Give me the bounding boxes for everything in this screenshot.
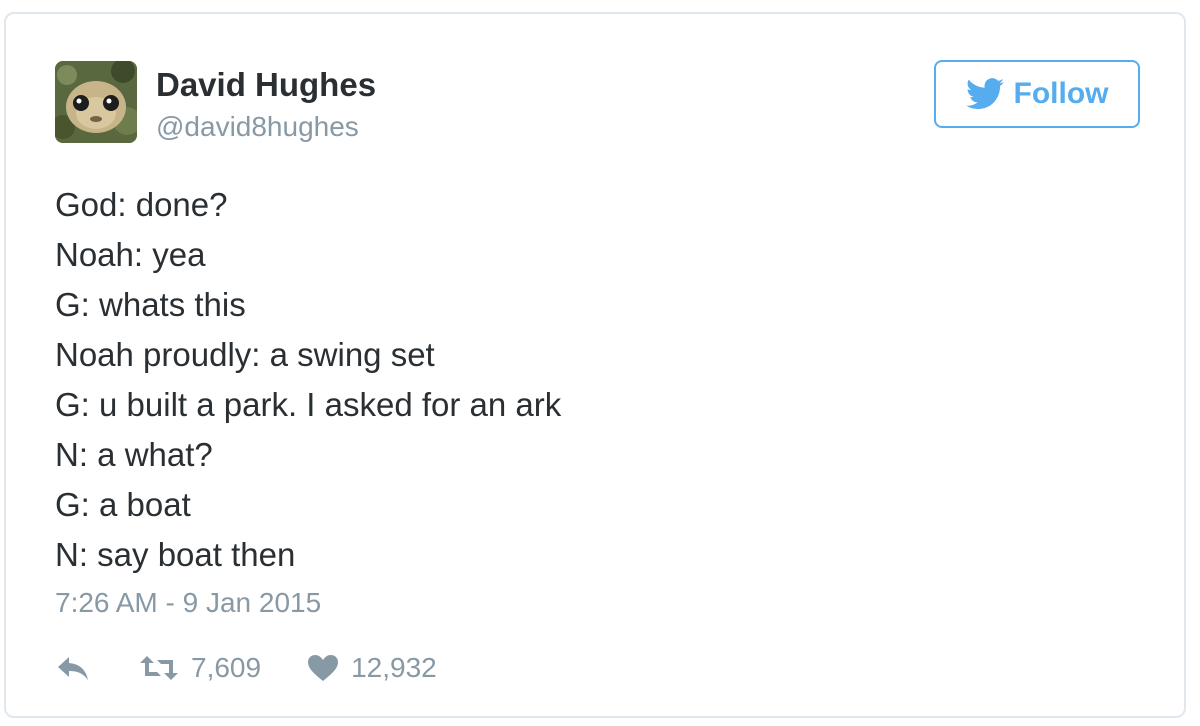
tweet-line: N: a what?: [55, 436, 213, 473]
retweet-icon: [140, 656, 178, 680]
retweet-count: 7,609: [191, 652, 262, 683]
reply-button[interactable]: [55, 654, 91, 682]
tweet-timestamp[interactable]: 7:26 AM - 9 Jan 2015: [55, 586, 321, 620]
reply-icon: [58, 657, 88, 680]
tweet-line: God: done?: [55, 186, 228, 223]
tweet-actions: 7,609 12,932: [55, 648, 437, 688]
avatar[interactable]: [55, 61, 137, 143]
follow-button-label: Follow: [1013, 77, 1109, 110]
like-button[interactable]: 12,932: [307, 652, 437, 684]
user-handle[interactable]: @david8hughes: [156, 110, 359, 144]
heart-icon: [308, 655, 339, 681]
tweet-line: Noah proudly: a swing set: [55, 336, 435, 373]
display-name[interactable]: David Hughes: [156, 66, 376, 104]
tweet-card: David Hughes @david8hughes Follow God: d…: [4, 12, 1186, 718]
twitter-bird-icon: [965, 78, 1004, 110]
avatar-image: [55, 61, 137, 143]
tweet-line: Noah: yea: [55, 236, 206, 273]
tweet-line: G: u built a park. I asked for an ark: [55, 386, 562, 423]
like-count: 12,932: [351, 652, 437, 683]
follow-button[interactable]: Follow: [934, 60, 1140, 128]
tweet-line: G: whats this: [55, 286, 246, 323]
tweet-line: G: a boat: [55, 486, 191, 523]
tweet-text: God: done? Noah: yea G: whats this Noah …: [55, 180, 561, 580]
retweet-button[interactable]: 7,609: [139, 652, 261, 684]
tweet-line: N: say boat then: [55, 536, 296, 573]
